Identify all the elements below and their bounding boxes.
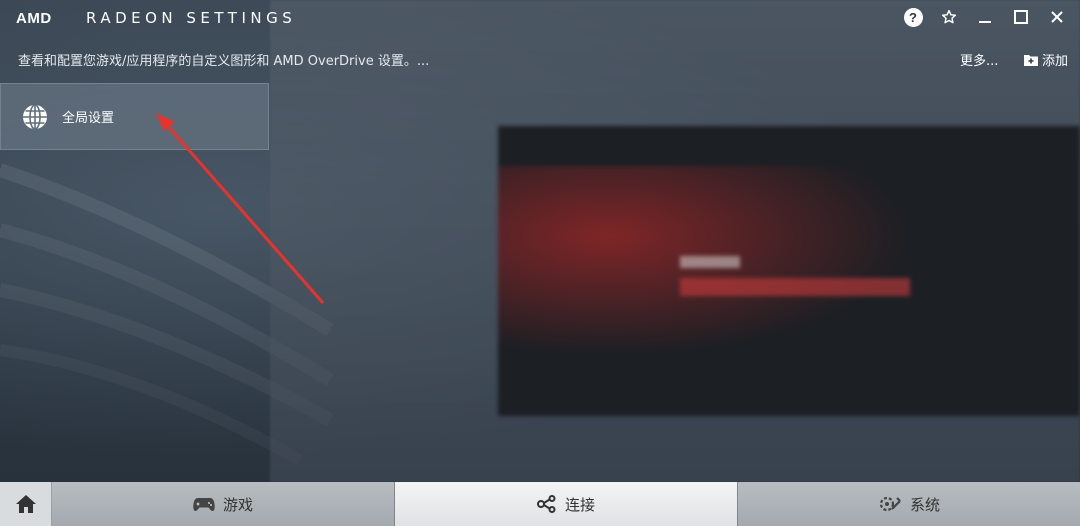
tab-system-label: 系统 xyxy=(909,495,940,514)
tab-system[interactable]: 系统 xyxy=(738,482,1080,526)
folder-add-icon xyxy=(1024,54,1038,66)
add-label: 添加 xyxy=(1042,54,1069,69)
more-button[interactable]: 更多... xyxy=(960,50,998,69)
help-button[interactable]: ? xyxy=(902,6,924,28)
star-icon xyxy=(941,9,957,24)
minimize-button[interactable] xyxy=(974,6,996,28)
tab-gaming[interactable]: 游戏 xyxy=(52,482,395,526)
tab-gaming-label: 游戏 xyxy=(222,495,253,514)
home-button[interactable] xyxy=(0,482,52,526)
add-button[interactable]: 添加 xyxy=(1024,50,1068,69)
close-icon xyxy=(1051,11,1063,23)
background xyxy=(0,0,1080,526)
minimize-icon xyxy=(979,21,991,23)
connect-icon xyxy=(536,495,556,513)
close-button[interactable] xyxy=(1046,6,1068,28)
wrench-gear-icon xyxy=(879,496,901,512)
page-description: 查看和配置您游戏/应用程序的自定义图形和 AMD OverDrive 设置。..… xyxy=(18,54,430,69)
favorite-button[interactable] xyxy=(938,6,960,28)
maximize-icon xyxy=(1014,10,1028,24)
globe-icon xyxy=(23,103,47,130)
maximize-button[interactable] xyxy=(1010,6,1032,28)
tab-connect[interactable]: 连接 xyxy=(395,482,738,526)
bottom-navigation: 游戏 连接 系统 xyxy=(0,482,1080,526)
amd-logo: AMD xyxy=(16,10,52,27)
global-settings-tile[interactable]: 全局设置 xyxy=(0,83,269,150)
title-bar: AMD RADEON SETTINGS ? xyxy=(0,0,1080,36)
app-title: RADEON SETTINGS xyxy=(86,9,297,27)
home-icon xyxy=(15,495,36,513)
blurred-background-window xyxy=(498,126,1080,416)
window-controls: ? xyxy=(902,6,1068,28)
tab-connect-label: 连接 xyxy=(564,495,595,514)
gamepad-icon xyxy=(193,498,215,511)
global-settings-label: 全局设置 xyxy=(62,111,115,126)
subheader: 查看和配置您游戏/应用程序的自定义图形和 AMD OverDrive 设置。..… xyxy=(0,44,1080,74)
help-icon: ? xyxy=(903,7,923,27)
